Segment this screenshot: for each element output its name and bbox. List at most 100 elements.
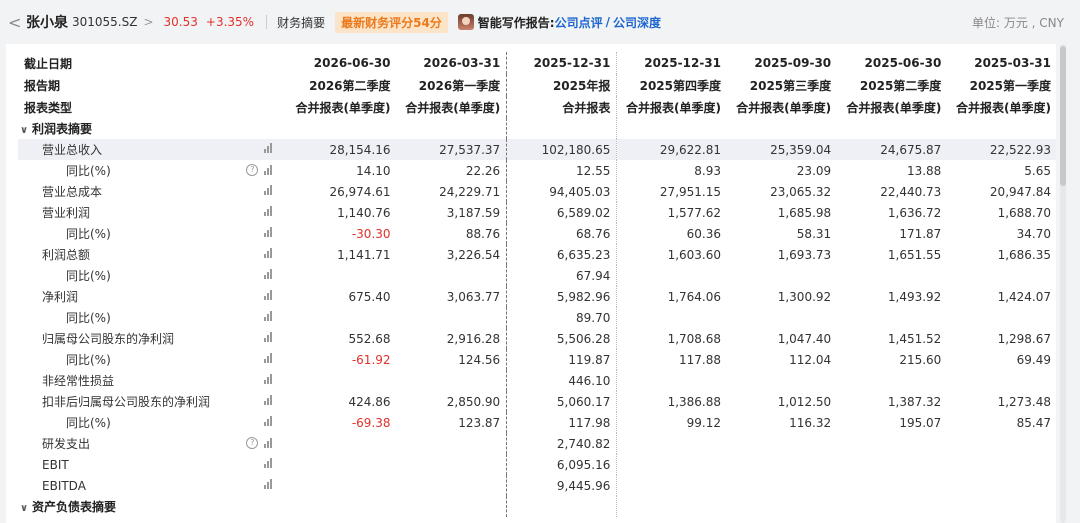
value-cell — [727, 454, 837, 475]
bar-chart-icon[interactable] — [264, 479, 276, 489]
value-cell: 3,063.77 — [396, 286, 508, 307]
help-icon[interactable]: ? — [246, 437, 259, 449]
row-label: EBITDA — [18, 475, 286, 496]
bar-chart-icon[interactable] — [264, 438, 276, 448]
company-review-link[interactable]: 公司点评 — [555, 14, 603, 31]
bar-chart-icon[interactable] — [264, 332, 276, 342]
row-icons — [264, 290, 276, 300]
bar-chart-icon[interactable] — [264, 248, 276, 258]
table-row[interactable]: 同比(%) -30.30 88.76 68.76 60.36 58.31 171.87 34.… — [18, 223, 1056, 244]
section-title[interactable]: ∨ 资产负债表摘要 — [18, 496, 287, 517]
table-row[interactable]: 同比(%) -61.92 124.56 119.87 117.88 112.04 215.6… — [18, 349, 1056, 370]
value-cell: 123.87 — [396, 412, 508, 433]
table-row[interactable]: 归属母公司股东的净利润 552.68 2,916.28 5,506.28 1,708.6… — [18, 328, 1056, 349]
value-cell: 1,685.98 — [777, 205, 832, 220]
chevron-down-icon[interactable]: ∨ — [20, 503, 32, 514]
vertical-scrollbar[interactable] — [1060, 44, 1066, 523]
header-label: 截止日期 — [24, 56, 73, 71]
value-cell: 446.10 — [506, 370, 618, 391]
value-cell: 3,226.54 — [396, 244, 508, 265]
bar-chart-icon[interactable] — [264, 227, 276, 237]
value-cell — [617, 265, 727, 286]
table-row[interactable]: EBITDA 9,445.96 — [18, 475, 1056, 496]
row-icons — [264, 227, 276, 237]
table-row[interactable]: 非经常性损益 446.10 — [18, 370, 1056, 391]
bar-chart-icon[interactable] — [264, 185, 276, 195]
header-cell: 2026第二季度 — [309, 78, 391, 93]
financial-summary-tab[interactable]: 财务摘要 — [277, 14, 325, 31]
table-row[interactable]: 同比(%) 89.70 — [18, 307, 1056, 328]
value-cell — [727, 433, 837, 454]
empty-cell — [947, 496, 1056, 517]
value-cell: 1,451.52 — [887, 331, 942, 346]
help-icon[interactable]: ? — [246, 164, 259, 176]
section-title[interactable]: ∨ 利润表摘要 — [18, 118, 287, 139]
stock-name[interactable]: 张小泉 — [26, 12, 68, 32]
bar-chart-icon[interactable] — [264, 143, 276, 153]
back-chevron-icon[interactable]: < — [8, 13, 22, 32]
bar-chart-icon[interactable] — [264, 206, 276, 216]
value-cell: 124.56 — [396, 349, 508, 370]
value-cell — [837, 370, 947, 391]
table-row[interactable]: 营业利润 1,140.76 3,187.59 6,589.02 1,577.62 1,68… — [18, 202, 1056, 223]
row-label: 营业总成本 — [18, 181, 286, 202]
value-cell: 117.88 — [679, 352, 721, 367]
value-cell: 1,603.60 — [667, 247, 721, 262]
value-cell: 1,387.32 — [887, 394, 942, 409]
value-cell — [617, 475, 727, 496]
table-row[interactable]: 研发支出? 2,740.82 — [18, 433, 1056, 454]
table-row[interactable]: 扣非后归属母公司股东的净利润 424.86 2,850.90 5,060.17 1,38… — [18, 391, 1056, 412]
value-cell: 675.40 — [348, 289, 391, 304]
value-cell: 1,577.62 — [667, 205, 721, 220]
link-separator: / — [605, 15, 611, 29]
bar-chart-icon[interactable] — [264, 269, 276, 279]
section-balance-sheet[interactable]: ∨ 资产负债表摘要 — [18, 496, 1056, 517]
financial-score-badge[interactable]: 最新财务评分54分 — [335, 11, 448, 33]
row-icons — [264, 395, 276, 405]
table-row[interactable]: EBIT 6,095.16 — [18, 454, 1056, 475]
value-cell — [286, 475, 396, 496]
bar-chart-icon[interactable] — [264, 458, 276, 468]
value-cell: 1,424.07 — [947, 286, 1056, 307]
value-cell: 22.26 — [396, 160, 508, 181]
table-row[interactable]: 同比(%) 67.94 — [18, 265, 1056, 286]
bar-chart-icon[interactable] — [264, 353, 276, 363]
table-row[interactable]: 同比(%) -69.38 123.87 117.98 99.12 116.32 195.07… — [18, 412, 1056, 433]
value-cell — [837, 433, 947, 454]
value-cell: 1,688.70 — [947, 202, 1056, 223]
value-cell: 1,298.67 — [947, 328, 1056, 349]
value-cell: 69.49 — [947, 349, 1056, 370]
table-row[interactable]: 净利润 675.40 3,063.77 5,982.96 1,764.06 1,300.9… — [18, 286, 1056, 307]
value-cell: 1,273.48 — [947, 391, 1056, 412]
value-cell: 8.93 — [694, 163, 721, 178]
scrollbar-thumb[interactable] — [1060, 46, 1066, 186]
bar-chart-icon[interactable] — [264, 374, 276, 384]
bar-chart-icon[interactable] — [264, 416, 276, 426]
row-label: 净利润 — [18, 286, 286, 307]
bar-chart-icon[interactable] — [264, 395, 276, 405]
header-label: 报表类型 — [24, 100, 73, 115]
value-cell: 424.86 — [348, 394, 391, 409]
table-row[interactable]: 营业总收入 28,154.16 27,537.37 102,180.65 29,622.… — [18, 139, 1056, 160]
bar-chart-icon[interactable] — [264, 165, 276, 175]
value-cell: 1,141.71 — [337, 247, 391, 262]
bar-chart-icon[interactable] — [264, 290, 276, 300]
empty-cell — [616, 496, 727, 517]
section-income-statement[interactable]: ∨ 利润表摘要 — [18, 118, 1056, 139]
row-icons — [264, 416, 276, 426]
value-cell: 22,522.93 — [947, 139, 1056, 160]
table-row[interactable]: 同比(%)? 14.10 22.26 12.55 8.93 23.09 13.88 5.65 — [18, 160, 1056, 181]
bar-chart-icon[interactable] — [264, 311, 276, 321]
value-cell: 6,589.02 — [506, 202, 618, 223]
table-row[interactable]: 营业总成本 26,974.61 24,229.71 94,405.03 27,951.1… — [18, 181, 1056, 202]
header-cell: 2025第一季度 — [947, 74, 1056, 96]
table-row[interactable]: 利润总额 1,141.71 3,226.54 6,635.23 1,603.60 1,69… — [18, 244, 1056, 265]
value-cell: 88.76 — [396, 223, 508, 244]
divider — [266, 15, 268, 29]
chevron-right-icon[interactable]: > — [143, 15, 153, 29]
value-cell — [286, 433, 396, 454]
company-depth-link[interactable]: 公司深度 — [613, 14, 661, 31]
row-label-text: 同比(%) — [66, 311, 111, 325]
chevron-down-icon[interactable]: ∨ — [20, 125, 32, 136]
value-cell: 68.76 — [506, 223, 618, 244]
